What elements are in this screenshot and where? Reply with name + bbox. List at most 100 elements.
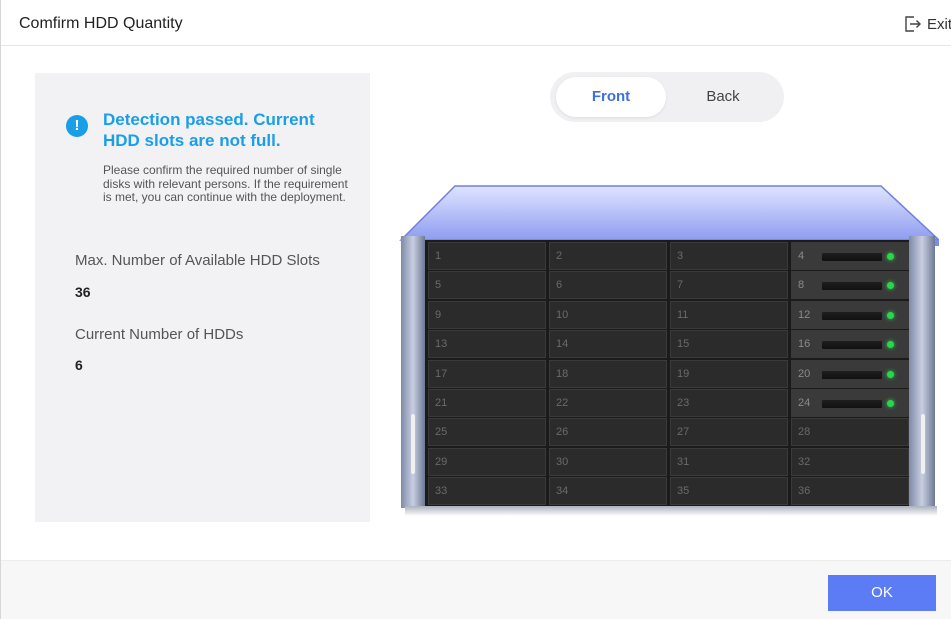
hdd-tray-handle (822, 370, 882, 379)
hdd-slot-number: 33 (435, 485, 448, 498)
hdd-slot-number: 5 (435, 279, 442, 292)
dialog-title: Comfirm HDD Quantity (19, 15, 183, 32)
hdd-slot-number: 17 (435, 367, 448, 380)
hdd-slot-34: 34 (549, 477, 667, 506)
detection-info-panel: ! Detection passed. Current HDD slots ar… (35, 73, 370, 522)
exit-label: Exit (926, 15, 951, 33)
hdd-slot-5: 5 (428, 271, 546, 300)
info-icon: ! (66, 115, 88, 137)
hdd-slot-number: 11 (677, 308, 689, 321)
hdd-slot-25: 25 (428, 418, 546, 447)
hdd-slot-number: 18 (556, 367, 569, 380)
hdd-slot-number: 28 (798, 426, 811, 439)
hdd-slot-12: 12 (791, 300, 909, 329)
hdd-slot-20: 20 (791, 359, 909, 388)
hdd-slot-number: 12 (798, 308, 811, 321)
hdd-slot-number: 35 (677, 485, 690, 498)
hdd-slot-number: 19 (677, 367, 690, 380)
detection-description: Please confirm the required number of si… (103, 163, 348, 204)
hdd-slot-3: 3 (670, 242, 788, 270)
exit-button[interactable]: Exit (903, 13, 951, 35)
tab-back[interactable]: Back (668, 77, 778, 117)
hdd-slot-number: 29 (435, 455, 448, 468)
hdd-slot-number: 22 (556, 397, 569, 409)
hdd-status-led-icon (887, 370, 894, 378)
hdd-slot-31: 31 (670, 447, 788, 476)
hdd-slot-35: 35 (670, 477, 788, 506)
hdd-bay-grid: 1 2 3 4 5 6 7 8 9 10 11 12 13 14 15 16 17 18 19 20 21 22 23 24 2… (426, 241, 909, 506)
hdd-status-led-icon (887, 282, 894, 290)
hdd-tray-handle (822, 311, 882, 320)
dialog: Comfirm HDD Quantity Exit ! Detection pa… (0, 0, 951, 619)
hdd-slot-17: 17 (428, 359, 546, 388)
hdd-slot-26: 26 (549, 418, 667, 447)
hdd-slot-number: 21 (435, 397, 448, 409)
max-slots-label: Max. Number of Available HDD Slots (75, 252, 320, 269)
hdd-slot-number: 24 (798, 397, 811, 409)
hdd-slot-number: 30 (556, 455, 569, 468)
hdd-slot-number: 20 (798, 367, 811, 380)
hdd-slot-15: 15 (670, 330, 788, 359)
hdd-slot-23: 23 (670, 389, 788, 417)
hdd-slot-number: 1 (435, 250, 442, 262)
hdd-slot-number: 34 (556, 485, 569, 498)
hdd-slot-18: 18 (549, 359, 667, 388)
hdd-slot-10: 10 (549, 300, 667, 329)
hdd-slot-33: 33 (428, 477, 546, 506)
hdd-slot-24: 24 (791, 389, 909, 417)
current-hdds-label: Current Number of HDDs (75, 326, 244, 343)
hdd-slot-1: 1 (428, 242, 546, 270)
detection-status-title: Detection passed. Current HDD slots are … (103, 110, 315, 150)
hdd-slot-22: 22 (549, 389, 667, 417)
hdd-slot-number: 26 (556, 426, 569, 439)
hdd-slot-27: 27 (670, 418, 788, 447)
hdd-slot-number: 7 (677, 279, 684, 292)
max-slots-value: 36 (75, 284, 91, 300)
hdd-slot-30: 30 (549, 447, 667, 476)
dialog-header: Comfirm HDD Quantity Exit (1, 0, 951, 46)
hdd-slot-6: 6 (549, 271, 667, 300)
hdd-slot-number: 23 (677, 397, 690, 409)
hdd-slot-7: 7 (670, 271, 788, 300)
ok-button[interactable]: OK (828, 575, 936, 611)
hdd-slot-9: 9 (428, 300, 546, 329)
current-hdds-value: 6 (75, 357, 83, 373)
hdd-slot-number: 25 (435, 426, 448, 439)
hdd-tray-handle (822, 282, 882, 291)
hdd-slot-number: 27 (677, 426, 690, 439)
hdd-slot-number: 16 (798, 338, 811, 351)
hdd-slot-number: 8 (798, 279, 805, 292)
hdd-tray-handle (822, 341, 882, 350)
hdd-slot-29: 29 (428, 447, 546, 476)
hdd-slot-21: 21 (428, 389, 546, 417)
hdd-slot-number: 9 (435, 308, 442, 321)
hdd-slot-36: 36 (791, 477, 909, 506)
hdd-slot-number: 6 (556, 279, 563, 292)
hdd-slot-number: 3 (677, 250, 684, 262)
hdd-status-led-icon (887, 311, 894, 319)
hdd-slot-number: 10 (556, 308, 569, 321)
hdd-status-led-icon (887, 341, 894, 349)
hdd-slot-13: 13 (428, 330, 546, 359)
hdd-status-led-icon (887, 253, 894, 260)
hdd-slot-11: 11 (670, 300, 788, 329)
hdd-tray-handle (822, 400, 882, 408)
hdd-slot-16: 16 (791, 330, 909, 359)
hdd-slot-number: 13 (435, 338, 448, 351)
hdd-slot-number: 15 (677, 338, 690, 351)
hdd-slot-number: 2 (556, 250, 563, 262)
hdd-slot-8: 8 (791, 271, 909, 300)
dialog-footer (1, 560, 951, 619)
hdd-slot-number: 31 (677, 455, 690, 468)
hdd-slot-2: 2 (549, 242, 667, 270)
exit-icon (905, 16, 921, 32)
hdd-status-led-icon (887, 400, 894, 407)
hdd-slot-number: 14 (556, 338, 569, 351)
hdd-slot-number: 36 (798, 485, 811, 498)
hdd-slot-28: 28 (791, 418, 909, 447)
hdd-slot-number: 4 (798, 250, 805, 262)
hdd-slot-4: 4 (791, 242, 909, 270)
hdd-slot-14: 14 (549, 330, 667, 359)
tab-front[interactable]: Front (556, 77, 666, 117)
hdd-slot-32: 32 (791, 447, 909, 476)
